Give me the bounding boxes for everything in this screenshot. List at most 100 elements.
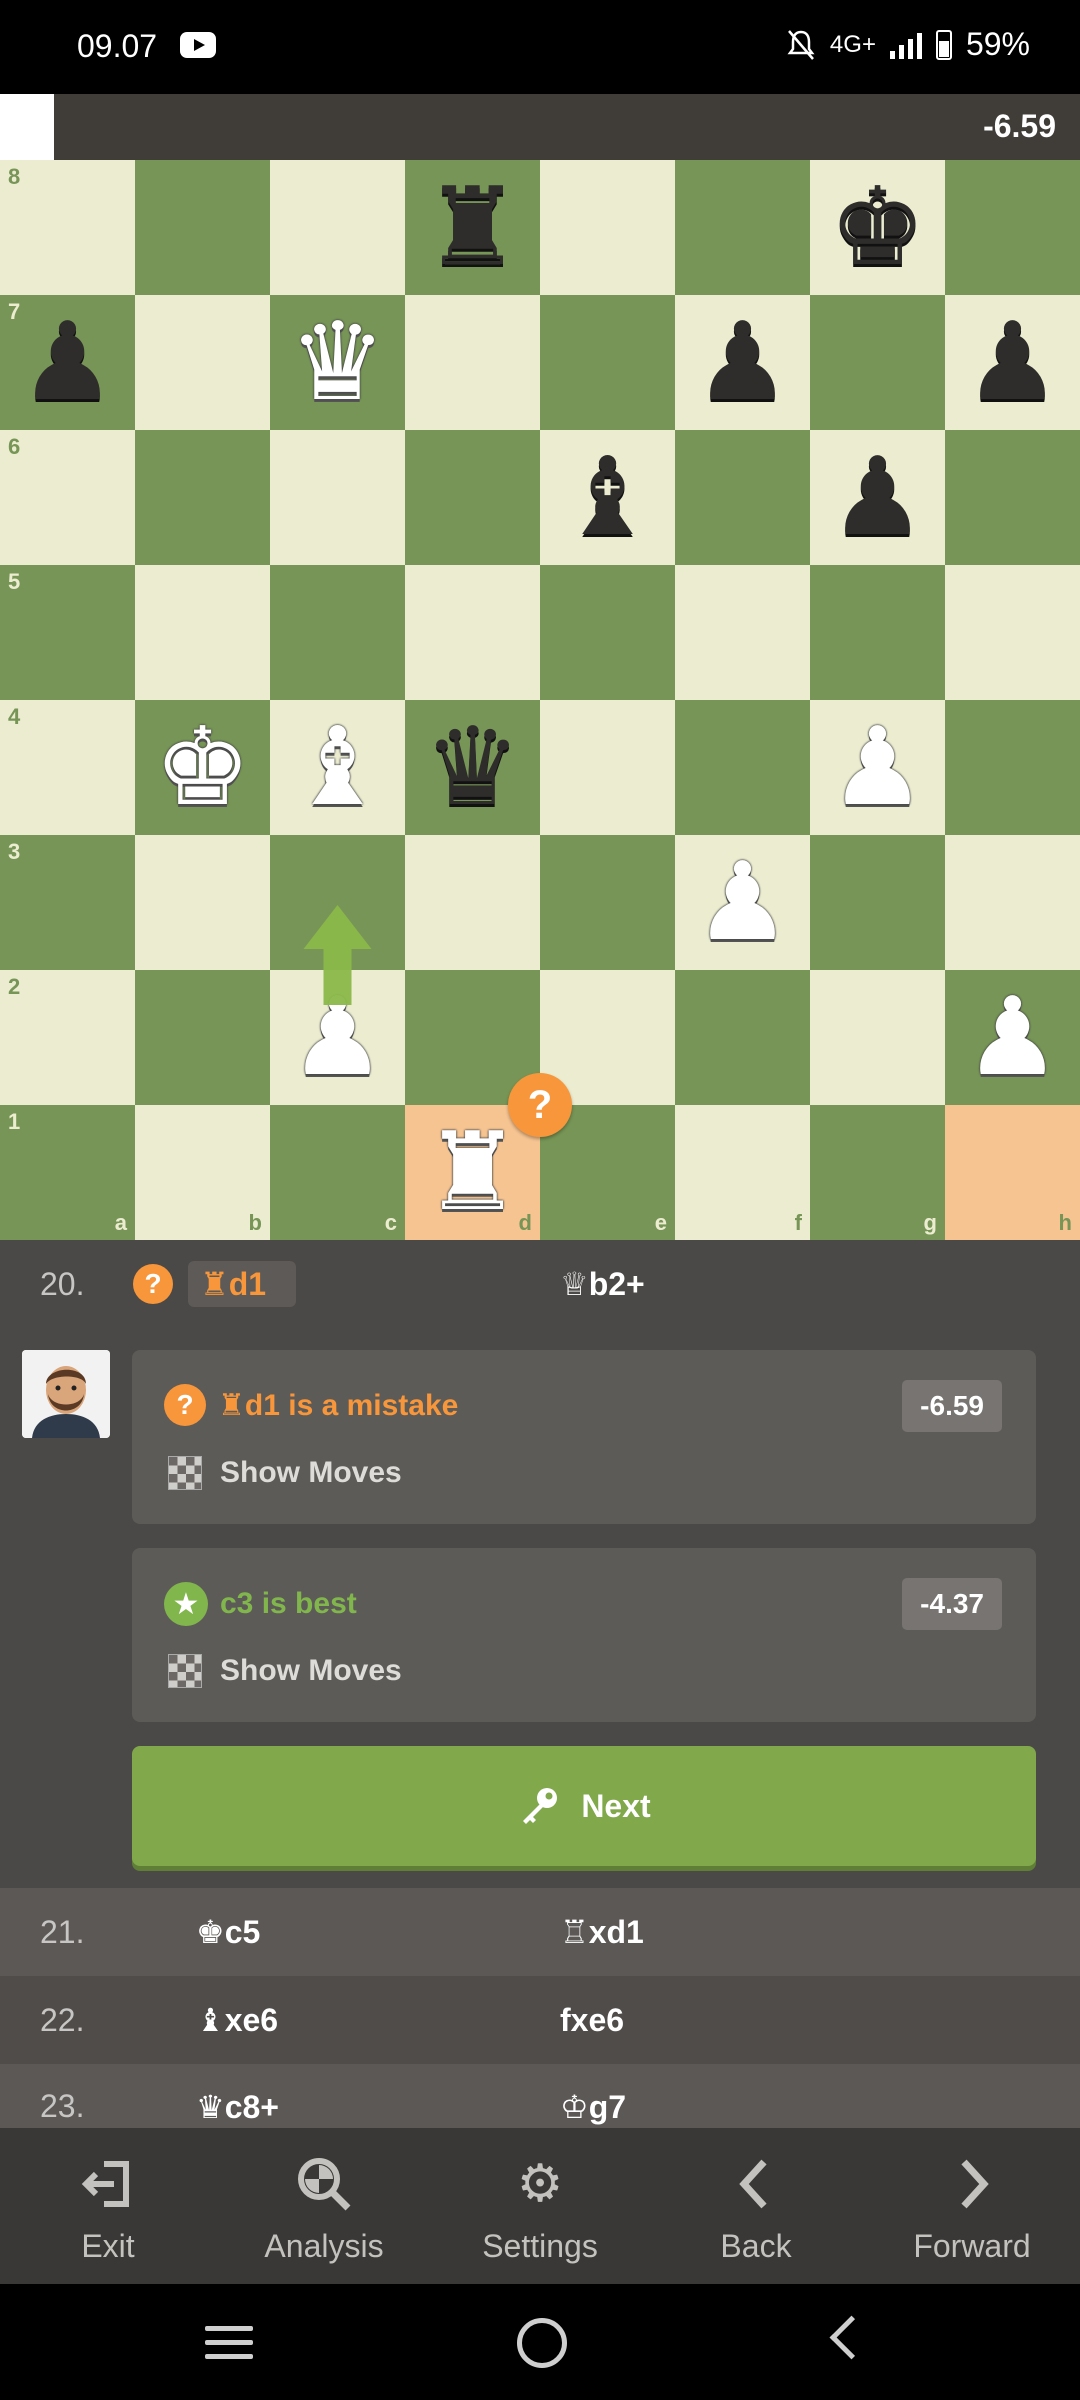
square-g2[interactable] [810, 970, 945, 1105]
black-king-g8[interactable]: ♚ [810, 160, 945, 295]
battery-icon [935, 29, 952, 60]
square-b3[interactable] [135, 835, 270, 970]
square-c1[interactable]: c [270, 1105, 405, 1240]
chess-board[interactable]: 8 7 6 5 4 3 2 1 a b c d e f g h ♜ ♚ ♟ ♛ ♟ ♟ ♝ ♟ ♚ ♝ ♛ ♟ ♟ ♟ ♟ ♜? [0, 160, 1080, 1240]
square-b6[interactable] [135, 430, 270, 565]
square-g7[interactable] [810, 295, 945, 430]
square-d6[interactable] [405, 430, 540, 565]
square-b2[interactable] [135, 970, 270, 1105]
square-f4[interactable] [675, 700, 810, 835]
rank-label: 6 [8, 434, 21, 459]
exit-button[interactable]: Exit [0, 2128, 216, 2284]
back-button[interactable]: Back [648, 2128, 864, 2284]
white-pawn-f3[interactable]: ♟ [675, 835, 810, 970]
mistake-marker-icon: ? [508, 1073, 572, 1137]
white-bishop-c4[interactable]: ♝ [270, 700, 405, 835]
square-d5[interactable] [405, 565, 540, 700]
show-moves-button-mistake[interactable]: Show Moves [168, 1456, 402, 1490]
square-a1[interactable]: 1a [0, 1105, 135, 1240]
move-row-22[interactable]: 22. ♝xe6 fxe6 [0, 1976, 1080, 2064]
square-h8[interactable] [945, 160, 1080, 295]
square-b7[interactable] [135, 295, 270, 430]
black-move[interactable]: ♕b2+ [560, 1265, 645, 1303]
next-button[interactable]: Next [132, 1746, 1036, 1866]
recent-apps-icon[interactable] [205, 2326, 253, 2360]
square-d7[interactable] [405, 295, 540, 430]
black-move[interactable]: ♖xd1 [560, 1913, 644, 1951]
square-h3[interactable] [945, 835, 1080, 970]
square-b5[interactable] [135, 565, 270, 700]
file-label: b [248, 1210, 262, 1235]
system-nav-bar [0, 2284, 1080, 2400]
square-f8[interactable] [675, 160, 810, 295]
black-queen-d4[interactable]: ♛ [405, 700, 540, 835]
square-e5[interactable] [540, 565, 675, 700]
white-move[interactable]: ♜d1 [188, 1261, 296, 1307]
bottom-toolbar: Exit Analysis ⚙ Settings Back Forward [0, 2128, 1080, 2284]
best-text: c3 is best [220, 1587, 357, 1620]
move-row-21[interactable]: 21. ♚c5 ♖xd1 [0, 1888, 1080, 1976]
forward-button[interactable]: Forward [864, 2128, 1080, 2284]
evaluation-bar-white-fill [0, 94, 54, 160]
back-nav-icon[interactable] [829, 2315, 874, 2360]
square-g5[interactable] [810, 565, 945, 700]
white-pawn-g4[interactable]: ♟ [810, 700, 945, 835]
white-queen-c7[interactable]: ♛ [270, 295, 405, 430]
white-pawn-c2[interactable]: ♟ [270, 970, 405, 1105]
square-b1[interactable]: b [135, 1105, 270, 1240]
square-a5[interactable]: 5 [0, 565, 135, 700]
black-pawn-h7[interactable]: ♟ [945, 295, 1080, 430]
square-c6[interactable] [270, 430, 405, 565]
black-bishop-e6[interactable]: ♝ [540, 430, 675, 565]
black-pawn-g6[interactable]: ♟ [810, 430, 945, 565]
mistake-eval-badge: -6.59 [902, 1380, 1002, 1432]
square-g1[interactable]: g [810, 1105, 945, 1240]
board-icon [168, 1654, 202, 1688]
white-king-b4[interactable]: ♚ [135, 700, 270, 835]
move-number: 21. [40, 1913, 85, 1950]
square-a3[interactable]: 3 [0, 835, 135, 970]
square-h4[interactable] [945, 700, 1080, 835]
square-c8[interactable] [270, 160, 405, 295]
square-e7[interactable] [540, 295, 675, 430]
settings-button[interactable]: ⚙ Settings [432, 2128, 648, 2284]
square-h6[interactable] [945, 430, 1080, 565]
square-h1[interactable]: h [945, 1105, 1080, 1240]
square-g3[interactable] [810, 835, 945, 970]
square-a4[interactable]: 4 [0, 700, 135, 835]
square-c3[interactable] [270, 835, 405, 970]
white-move[interactable]: ♝xe6 [196, 2001, 278, 2039]
square-d3[interactable] [405, 835, 540, 970]
black-move[interactable]: fxe6 [560, 2002, 624, 2039]
square-f6[interactable] [675, 430, 810, 565]
square-a8[interactable]: 8 [0, 160, 135, 295]
square-h5[interactable] [945, 565, 1080, 700]
square-f2[interactable] [675, 970, 810, 1105]
analysis-icon [298, 2158, 351, 2211]
black-pawn-f7[interactable]: ♟ [675, 295, 810, 430]
square-c5[interactable] [270, 565, 405, 700]
rank-label: 5 [8, 569, 21, 594]
square-e3[interactable] [540, 835, 675, 970]
show-moves-button-best[interactable]: Show Moves [168, 1654, 402, 1688]
move-row-23[interactable]: 23. ♛c8+ ♔g7 [0, 2064, 1080, 2128]
white-pawn-h2[interactable]: ♟ [945, 970, 1080, 1105]
home-icon[interactable] [517, 2318, 567, 2368]
square-e8[interactable] [540, 160, 675, 295]
white-move[interactable]: ♚c5 [196, 1913, 260, 1951]
square-a2[interactable]: 2 [0, 970, 135, 1105]
gear-icon: ⚙ [516, 2155, 564, 2213]
square-e4[interactable] [540, 700, 675, 835]
status-indicators: 4G+ 59% [786, 26, 1030, 63]
square-f1[interactable]: f [675, 1105, 810, 1240]
black-move[interactable]: ♔g7 [560, 2088, 626, 2126]
rank-label: 3 [8, 839, 21, 864]
square-a6[interactable]: 6 [0, 430, 135, 565]
white-move[interactable]: ♛c8+ [196, 2088, 279, 2126]
black-rook-d8[interactable]: ♜ [405, 160, 540, 295]
square-b8[interactable] [135, 160, 270, 295]
analysis-button[interactable]: Analysis [216, 2128, 432, 2284]
square-f5[interactable] [675, 565, 810, 700]
black-pawn-a7[interactable]: ♟ [0, 295, 135, 430]
move-row-20[interactable]: 20. ? ♜d1 ♕b2+ [0, 1240, 1080, 1328]
